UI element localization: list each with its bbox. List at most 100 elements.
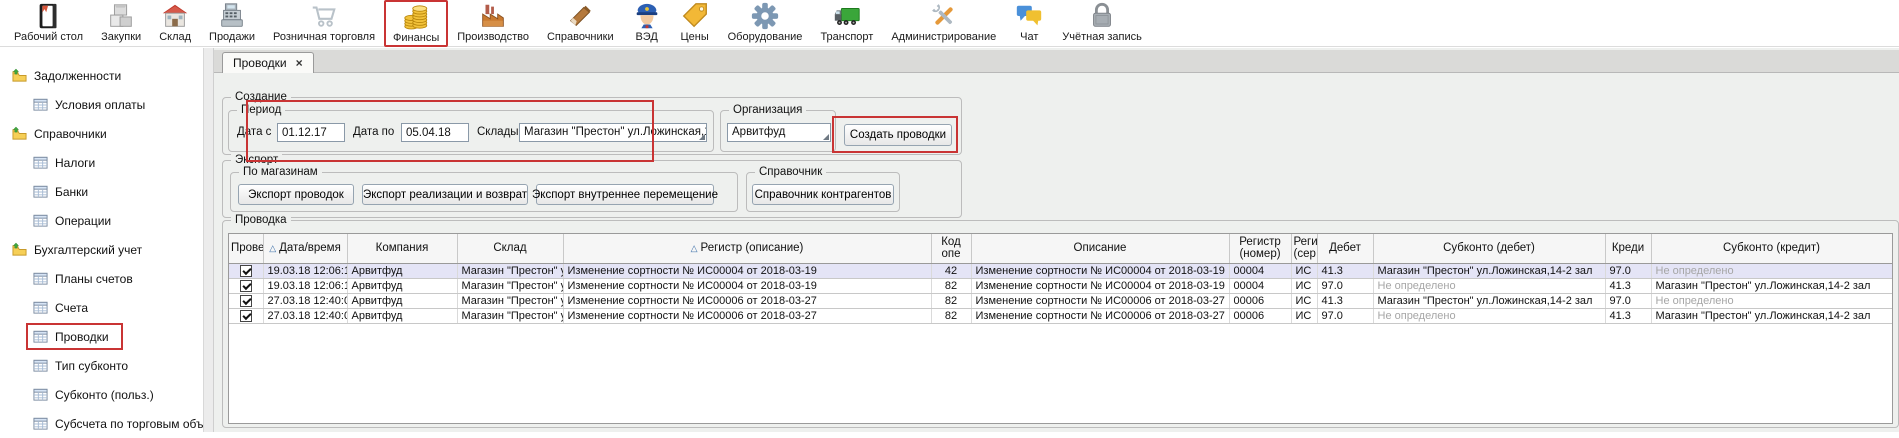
- sidebar-item-content: Тип субконто: [26, 352, 142, 379]
- cell-subconto_debit: Не определено: [1373, 278, 1605, 293]
- table-row[interactable]: 27.03.18 12:40:06АрвитфудМагазин "Престо…: [229, 308, 1892, 323]
- sidebar-item-subconto-type[interactable]: Тип субконто: [0, 351, 203, 380]
- date-to-label: Дата по: [353, 126, 394, 138]
- sidebar-item-label: Налоги: [55, 156, 95, 170]
- sidebar-tree: ЗадолженностиУсловия оплатыСправочники На…: [0, 48, 203, 432]
- cell-description: Изменение сортности № ИС00004 от 2018-03…: [971, 278, 1229, 293]
- toolbar-item-customs[interactable]: ВЭД: [623, 0, 671, 44]
- sidebar-splitter[interactable]: [203, 48, 214, 432]
- sidebar-item-label: Планы счетов: [55, 272, 133, 286]
- sidebar-item-content: Задолженности: [5, 62, 135, 89]
- column-header-company[interactable]: Компания: [347, 234, 457, 263]
- sidebar-item-debts[interactable]: Задолженности: [0, 61, 203, 90]
- cell-description: Изменение сортности № ИС00006 от 2018-03…: [971, 293, 1229, 308]
- cell-warehouse: Магазин "Престон" ул.Ложинская,14-2: [457, 278, 563, 293]
- cell-description: Изменение сортности № ИС00006 от 2018-03…: [971, 308, 1229, 323]
- table-icon: [33, 300, 48, 315]
- sidebar-item-label: Банки: [55, 185, 88, 199]
- organization-combobox[interactable]: Арвитфуд: [727, 123, 831, 142]
- sidebar-item-chart-accounts[interactable]: Планы счетов: [0, 264, 203, 293]
- toolbar-item-label: Продажи: [209, 31, 255, 44]
- sidebar-item-postings[interactable]: Проводки: [0, 322, 203, 351]
- warehouses-combobox[interactable]: Магазин "Престон" ул.Ложинская,14-2: [519, 123, 707, 142]
- toolbar-item-account[interactable]: Учётная запись: [1053, 0, 1151, 44]
- column-header-subconto_credit[interactable]: Субконто (кредит): [1651, 234, 1892, 263]
- cell-debit: 41.3: [1317, 263, 1373, 278]
- sidebar-item-label: Субконто (польз.): [55, 388, 154, 402]
- by-stores-group-legend: По магазинам: [239, 165, 322, 180]
- counterparty-directory-button[interactable]: Справочник контрагентов: [752, 184, 894, 205]
- sidebar-item-subconto-user[interactable]: Субконто (польз.): [0, 380, 203, 409]
- cell-register_series: ИС: [1291, 278, 1317, 293]
- export-button-0[interactable]: Экспорт проводок: [238, 184, 354, 205]
- toolbar-item-label: Финансы: [393, 32, 439, 45]
- cell-proveden: [229, 293, 263, 308]
- column-header-credit[interactable]: Креди: [1605, 234, 1651, 263]
- table-row[interactable]: 19.03.18 12:06:15АрвитфудМагазин "Престо…: [229, 263, 1892, 278]
- toolbar-item-label: Учётная запись: [1062, 31, 1142, 44]
- sidebar-item-taxes[interactable]: Налоги: [0, 148, 203, 177]
- toolbar-item-production[interactable]: Производство: [448, 0, 538, 44]
- tab-close-icon[interactable]: ×: [296, 57, 303, 69]
- table-icon: [33, 213, 48, 228]
- cell-company: Арвитфуд: [347, 278, 457, 293]
- toolbar-item-retail[interactable]: Розничная торговля: [264, 0, 384, 44]
- toolbar-item-prices[interactable]: Цены: [671, 0, 719, 44]
- customs-icon: [632, 1, 662, 31]
- sidebar-item-subaccounts[interactable]: Субсчета по торговым объектам: [0, 409, 203, 438]
- cell-subconto_debit: Магазин "Престон" ул.Ложинская,14-2 зал: [1373, 293, 1605, 308]
- toolbar-item-sales[interactable]: Продажи: [200, 0, 264, 44]
- sidebar-item-accounts[interactable]: Счета: [0, 293, 203, 322]
- toolbar-item-label: Транспорт: [820, 31, 873, 44]
- sidebar-item-references[interactable]: Справочники: [0, 119, 203, 148]
- toolbar-item-purchases[interactable]: Закупки: [92, 0, 150, 44]
- cell-register_desc: Изменение сортности № ИС00006 от 2018-03…: [563, 293, 931, 308]
- toolbar-item-desktop[interactable]: Рабочий стол: [5, 0, 92, 44]
- column-header-description[interactable]: Описание: [971, 234, 1229, 263]
- cell-credit: 97.0: [1605, 293, 1651, 308]
- row-checkbox[interactable]: [240, 295, 252, 307]
- toolbar-item-equipment[interactable]: Оборудование: [719, 0, 812, 44]
- production-icon: [478, 1, 508, 31]
- export-button-2[interactable]: Экспорт внутреннее перемещение: [536, 184, 714, 205]
- column-header-datetime[interactable]: △Дата/время: [263, 234, 347, 263]
- date-to-input[interactable]: [401, 123, 469, 142]
- row-checkbox[interactable]: [240, 310, 252, 322]
- toolbar-item-administration[interactable]: Администрирование: [882, 0, 1005, 44]
- row-checkbox[interactable]: [240, 265, 252, 277]
- toolbar-item-catalogs[interactable]: Справочники: [538, 0, 623, 44]
- column-header-register_num[interactable]: Регистр (номер): [1229, 234, 1291, 263]
- export-button-1[interactable]: Экспорт реализации и возврат: [362, 184, 528, 205]
- toolbar-item-label: Справочники: [547, 31, 614, 44]
- sidebar-item-operations[interactable]: Операции: [0, 206, 203, 235]
- tab-provodki[interactable]: Проводки ×: [222, 52, 314, 73]
- cell-description: Изменение сортности № ИС00004 от 2018-03…: [971, 263, 1229, 278]
- column-header-register_desc[interactable]: △Регистр (описание): [563, 234, 931, 263]
- sidebar-item-content: Банки: [26, 178, 102, 205]
- create-postings-button[interactable]: Создать проводки: [844, 124, 952, 146]
- toolbar-item-chat[interactable]: Чат: [1005, 0, 1053, 44]
- column-header-debit[interactable]: Дебет: [1317, 234, 1373, 263]
- sidebar-item-accounting[interactable]: Бухгалтерский учет: [0, 235, 203, 264]
- table-row[interactable]: 19.03.18 12:06:15АрвитфудМагазин "Престо…: [229, 278, 1892, 293]
- toolbar-item-finance[interactable]: Финансы: [384, 0, 448, 47]
- column-header-register_series[interactable]: Реги (сер: [1291, 234, 1317, 263]
- toolbar-item-warehouse[interactable]: Склад: [150, 0, 200, 44]
- column-header-op_code[interactable]: Код опе: [931, 234, 971, 263]
- toolbar-item-label: Розничная торговля: [273, 31, 375, 44]
- sidebar-item-banks[interactable]: Банки: [0, 177, 203, 206]
- sidebar-item-content: Субконто (польз.): [26, 381, 168, 408]
- cell-debit: 41.3: [1317, 293, 1373, 308]
- date-from-input[interactable]: [277, 123, 345, 142]
- row-checkbox[interactable]: [240, 280, 252, 292]
- column-header-warehouse[interactable]: Склад: [457, 234, 563, 263]
- sidebar-item-payment-terms[interactable]: Условия оплаты: [0, 90, 203, 119]
- table-row[interactable]: 27.03.18 12:40:06АрвитфудМагазин "Престо…: [229, 293, 1892, 308]
- cell-subconto_credit: Магазин "Престон" ул.Ложинская,14-2 зал: [1651, 308, 1892, 323]
- toolbar-item-transport[interactable]: Транспорт: [811, 0, 882, 44]
- column-header-subconto_debit[interactable]: Субконто (дебет): [1373, 234, 1605, 263]
- table-icon: [33, 416, 48, 431]
- column-header-proveden[interactable]: Прове: [229, 234, 263, 263]
- cell-proveden: [229, 278, 263, 293]
- cell-datetime: 27.03.18 12:40:06: [263, 308, 347, 323]
